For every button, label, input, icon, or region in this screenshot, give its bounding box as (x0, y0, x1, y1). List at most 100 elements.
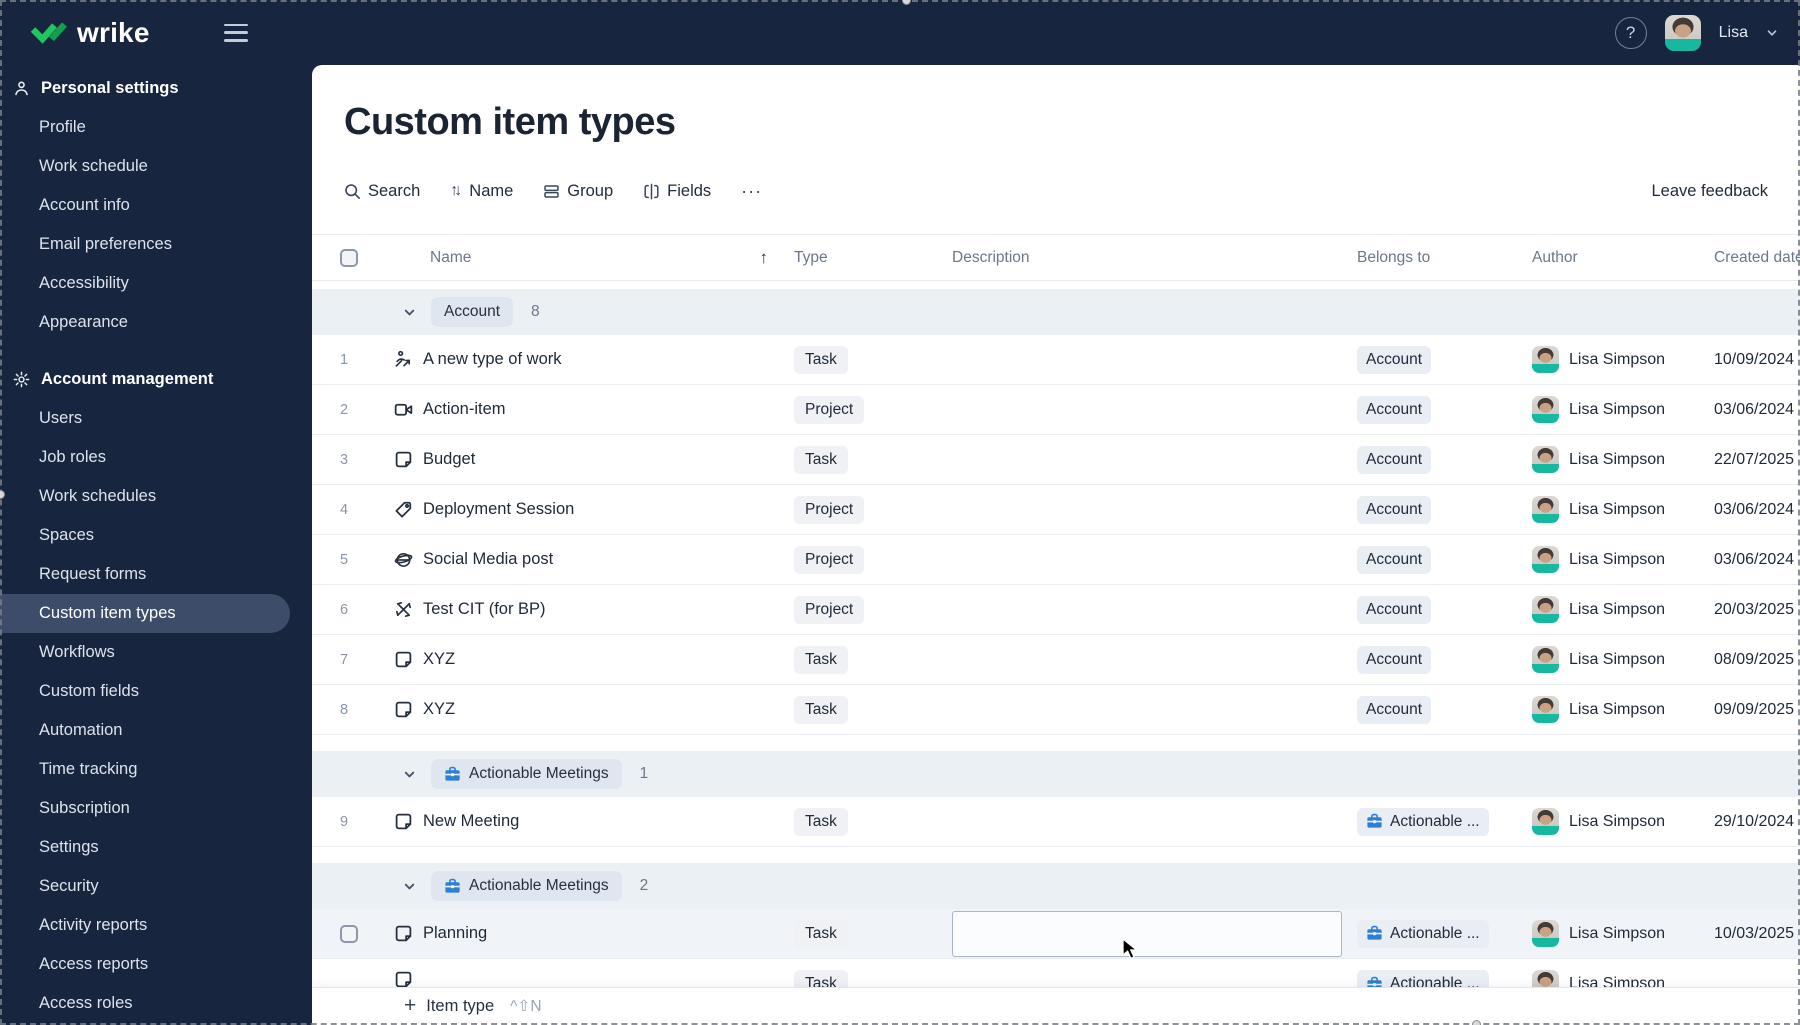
sort-button[interactable]: ↑↓ Name (450, 182, 513, 201)
add-item-type-button[interactable]: + Item type ^⇧N (404, 995, 542, 1016)
leave-feedback-link[interactable]: Leave feedback (1651, 182, 1768, 201)
sidebar-item-settings[interactable]: Settings (0, 828, 312, 867)
row-belongs-to-cell: Account (1342, 345, 1518, 374)
row-description-cell[interactable] (952, 910, 1342, 957)
author-name: Lisa Simpson (1569, 650, 1666, 668)
logo-text: wrike (77, 16, 150, 48)
sidebar-item-account-info[interactable]: Account info (0, 186, 312, 225)
row-type-cell: Task (794, 345, 952, 374)
row-author-cell: Lisa Simpson (1518, 808, 1714, 835)
help-icon[interactable]: ? (1614, 16, 1647, 49)
sidebar-item-workflows[interactable]: Workflows (0, 633, 312, 672)
sidebar-item-email-preferences[interactable]: Email preferences (0, 225, 312, 264)
column-header-author[interactable]: Author (1532, 249, 1578, 267)
table-row[interactable]: 7 XYZ Task Account Lisa Simpson 08/09/2025 (312, 635, 1800, 685)
globe-icon (394, 550, 413, 569)
group-label: Account (444, 303, 501, 320)
table-row[interactable]: 5 Social Media post Project Account Lisa Sim… (312, 535, 1800, 585)
group-row-actionable-meetings: Actionable Meetings 1 (312, 751, 1800, 797)
table-row[interactable]: 1 A new type of work Task Account Lisa Simps… (312, 335, 1800, 385)
select-all-checkbox[interactable] (340, 248, 358, 267)
sidebar-item-spaces[interactable]: Spaces (0, 516, 312, 555)
created-date: 09/09/2025 (1714, 700, 1795, 718)
table-row[interactable]: 8 XYZ Task Account Lisa Simpson 09/09/2025 (312, 685, 1800, 735)
sidebar-item-profile[interactable]: Profile (0, 108, 312, 147)
group-button[interactable]: Group (543, 182, 613, 201)
sidebar-item-automation[interactable]: Automation (0, 711, 312, 750)
author-name: Lisa Simpson (1569, 400, 1666, 418)
sidebar-item-work-schedules[interactable]: Work schedules (0, 477, 312, 516)
sidebar-item-custom-fields[interactable]: Custom fields (0, 672, 312, 711)
author-avatar (1532, 646, 1559, 673)
sidebar-item-label: Subscription (39, 799, 130, 817)
sidebar-item-subscription[interactable]: Subscription (0, 789, 312, 828)
column-header-type[interactable]: Type (794, 249, 828, 267)
item-name: New Meeting (423, 812, 520, 830)
sidebar-item-time-tracking[interactable]: Time tracking (0, 750, 312, 789)
settings-sidebar: Personal settings Profile Work schedule Acc… (0, 65, 312, 1025)
sidebar-item-label: Appearance (39, 313, 128, 331)
sidebar-item-request-forms[interactable]: Request forms (0, 555, 312, 594)
row-number: 4 (340, 501, 349, 518)
table-row[interactable]: 9 New Meeting Task Actionable ... Lisa Simps… (312, 797, 1800, 847)
group-chip[interactable]: Actionable Meetings (431, 759, 622, 789)
add-item-type-label: Item type (426, 997, 495, 1015)
item-name: Budget (423, 450, 476, 468)
row-checkbox[interactable] (340, 924, 358, 943)
sidebar-item-activity-reports[interactable]: Activity reports (0, 906, 312, 945)
menu-icon[interactable] (223, 23, 248, 42)
sidebar-item-access-roles[interactable]: Access roles (0, 984, 312, 1023)
table-row[interactable]: Planning Task Actionable ... Lisa Simpson 10… (312, 909, 1800, 959)
belongs-to-chip: Account (1357, 445, 1432, 474)
sort-ascending-icon[interactable]: ↑ (760, 248, 769, 268)
belongs-to-chip: Account (1357, 645, 1432, 674)
sidebar-item-work-schedule[interactable]: Work schedule (0, 147, 312, 186)
table-row[interactable]: 3 Budget Task Account Lisa Simpson 22/07/2025 (312, 435, 1800, 485)
type-badge: Task (794, 970, 848, 987)
table-row[interactable]: 4 Deployment Session Project Account Lisa Si… (312, 485, 1800, 535)
row-created-date-cell: 20/03/2025 (1714, 601, 1800, 619)
sidebar-item-users[interactable]: Users (0, 399, 312, 438)
sidebar-item-job-roles[interactable]: Job roles (0, 438, 312, 477)
more-options-button[interactable]: ··· (741, 181, 762, 202)
note-icon (394, 812, 413, 831)
column-header-created-date[interactable]: Created date (1714, 249, 1800, 267)
sidebar-item-appearance[interactable]: Appearance (0, 303, 312, 342)
table-row[interactable]: 6 Test CIT (for BP) Project Account Lisa Sim… (312, 585, 1800, 635)
column-header-belongs-to[interactable]: Belongs to (1357, 249, 1430, 267)
author-avatar (1532, 596, 1559, 623)
sidebar-item-label: Access reports (39, 955, 149, 973)
author-name: Lisa Simpson (1569, 500, 1666, 518)
sidebar-section-label: Personal settings (41, 79, 179, 97)
group-chip[interactable]: Account (431, 297, 514, 327)
column-header-name[interactable]: Name (430, 249, 471, 267)
sidebar-item-custom-item-types[interactable]: Custom item types (0, 594, 290, 633)
sidebar-item-access-reports[interactable]: Access reports (0, 945, 312, 984)
chevron-down-icon[interactable] (1766, 27, 1778, 39)
wrike-logo[interactable]: wrike (30, 17, 150, 49)
sidebar-item-label: Custom item types (39, 604, 176, 622)
table-row[interactable]: 2 Action-item Project Account Lisa Simpson 03… (312, 385, 1800, 435)
row-type-cell: Task (794, 807, 952, 836)
column-header-description[interactable]: Description (952, 249, 1030, 267)
fields-icon (643, 183, 660, 200)
row-name-cell: Budget (394, 450, 794, 469)
belongs-to-label: Account (1366, 350, 1423, 368)
fields-button[interactable]: Fields (643, 182, 711, 201)
search-button[interactable]: Search (344, 182, 420, 201)
author-avatar (1532, 696, 1559, 723)
sidebar-item-security[interactable]: Security (0, 867, 312, 906)
row-number: 2 (340, 401, 349, 418)
author-avatar (1532, 446, 1559, 473)
sidebar-item-accessibility[interactable]: Accessibility (0, 264, 312, 303)
table-row[interactable]: Task Actionable ... Lisa Simpson (312, 959, 1800, 988)
author-name: Lisa Simpson (1569, 550, 1666, 568)
group-count: 1 (639, 765, 649, 782)
briefcase-icon (1366, 925, 1383, 942)
row-number: 9 (340, 813, 349, 830)
row-author-cell: Lisa Simpson (1518, 970, 1714, 987)
row-author-cell: Lisa Simpson (1518, 496, 1714, 523)
group-chip[interactable]: Actionable Meetings (431, 871, 622, 901)
created-date: 03/06/2024 (1714, 400, 1795, 418)
user-avatar[interactable] (1664, 14, 1701, 51)
